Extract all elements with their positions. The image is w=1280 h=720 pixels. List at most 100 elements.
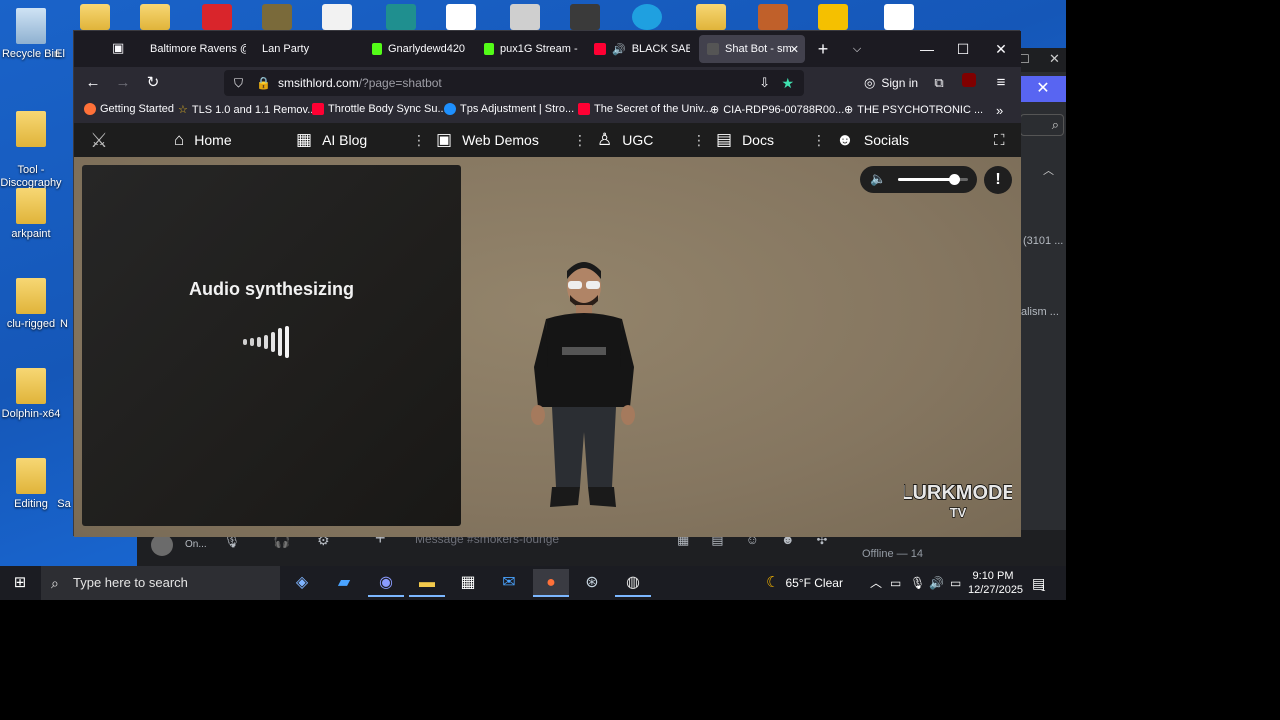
back-icon[interactable]: ← [80, 71, 106, 95]
m-icon[interactable] [386, 4, 416, 30]
lightsaber-logo-icon[interactable]: ⚔ [90, 123, 108, 157]
document-icon[interactable] [510, 4, 540, 30]
folder-icon[interactable] [80, 4, 110, 30]
pdf-icon[interactable] [202, 4, 232, 30]
atlas-icon[interactable] [262, 4, 292, 30]
screen: Recycle Bin Tool - Discography arkpaint … [0, 0, 1280, 720]
file-explorer-icon[interactable]: ▬ [409, 569, 445, 597]
tab-list-icon[interactable]: ▣ [112, 40, 124, 56]
forward-icon[interactable]: → [110, 71, 136, 95]
folder-icon[interactable] [140, 4, 170, 30]
bookmarks-overflow-icon[interactable]: » [996, 103, 1003, 118]
tab-pux1g-stream[interactable]: pux1G Stream - V [476, 35, 580, 63]
menu-icon[interactable]: ≡ [988, 71, 1014, 95]
extensions-icon[interactable]: ⧉ [926, 71, 952, 95]
firefox-icon[interactable]: ● [533, 569, 569, 597]
maximize-icon[interactable]: ☐ [944, 37, 982, 61]
avatar-scene[interactable]: Audio synthesizing 🔈 ! LURKMODE TV [74, 157, 1021, 537]
mail-icon[interactable]: ✉ [491, 569, 527, 597]
chevron-up-icon[interactable]: ︿ [870, 566, 882, 600]
tab-black-sabbath[interactable]: 🔊 BLACK SABB [586, 35, 690, 63]
nav-ai-blog[interactable]: ▦ AI Blog [296, 123, 367, 157]
notifications-icon[interactable]: ▤ 1 [1032, 566, 1045, 600]
desktop-icon-dolphin[interactable]: Dolphin-x64 [0, 368, 62, 420]
bookmark-tls[interactable]: ☆ TLS 1.0 and 1.1 Remov... [178, 103, 317, 117]
info-alert-icon[interactable]: ! [984, 166, 1012, 194]
sign-in-button[interactable]: ◎ Sign in [864, 71, 918, 95]
volume-knob[interactable] [949, 174, 960, 185]
lock-icon[interactable]: 🔒 [256, 70, 271, 96]
fullscreen-icon[interactable]: ⛶ [994, 123, 1005, 157]
chevron-up-icon[interactable]: ︿ [1043, 162, 1054, 178]
ublock-icon[interactable] [956, 71, 982, 95]
download-icon[interactable]: ⇩ [759, 70, 770, 96]
logo-subtext: TV [950, 505, 967, 520]
nav-socials[interactable]: ⋮ ☻ Socials [812, 123, 909, 157]
bookmark-getting-started[interactable]: Getting Started [84, 103, 174, 115]
nav-ugc[interactable]: ⋮ ♙ UGC [573, 123, 653, 157]
clock-date: 12/27/2025 [968, 584, 1024, 596]
bookmark-star-icon[interactable]: ★ [781, 70, 794, 96]
volume-slider[interactable] [898, 174, 968, 185]
speaker-icon[interactable]: 🔊 [612, 43, 626, 56]
new-tab-icon[interactable]: + [804, 37, 842, 61]
store-icon[interactable]: ▦ [450, 569, 486, 597]
bookmark-secret-universe[interactable]: The Secret of the Univ... [578, 103, 712, 115]
nx-icon[interactable] [570, 4, 600, 30]
file-icon[interactable] [884, 4, 914, 30]
windows-start-icon[interactable]: ⊞ [2, 569, 38, 597]
url-bar[interactable]: ⛉ 🔒 smsithlord.com/?page=shatbot ⇩ ★ [224, 70, 804, 96]
avatar[interactable] [151, 534, 173, 556]
app-icon[interactable]: ▰ [326, 569, 362, 597]
tab-lan-party[interactable]: Lan Party [254, 35, 358, 63]
tab-baltimore-ravens[interactable]: Baltimore Ravens @ [142, 35, 246, 63]
tray-app-icon[interactable]: ▭ [890, 566, 901, 600]
bookmark-label: TLS 1.0 and 1.1 Remov... [191, 103, 317, 116]
minimize-icon[interactable]: — [908, 37, 946, 61]
nav-home[interactable]: ⌂ Home [174, 123, 232, 157]
shield-icon[interactable]: ⛉ [234, 70, 243, 96]
folder-icon[interactable] [696, 4, 726, 30]
bookmark-psychotronic[interactable]: ⊕ THE PSYCHOTRONIC ... [844, 103, 983, 117]
rockstar-icon[interactable] [818, 4, 848, 30]
volume-control[interactable]: 🔈 [860, 166, 977, 193]
close-icon[interactable]: ✕ [1049, 51, 1060, 67]
volume-icon[interactable]: 🔊 [929, 566, 944, 600]
nav-label: Home [194, 132, 232, 148]
edge-icon[interactable] [632, 4, 662, 30]
desktop-icon-label: Tool - Discography [0, 164, 62, 189]
obs-icon[interactable]: ◍ [615, 569, 651, 597]
clock[interactable]: 9:10 PM 12/27/2025 [968, 566, 1024, 600]
dropdown-dots-icon: ⋮ [412, 131, 426, 148]
nav-web-demos[interactable]: ⋮ ▣ Web Demos [412, 123, 539, 157]
search-icon[interactable]: ⌕ [1020, 114, 1064, 136]
app-icon[interactable] [758, 4, 788, 30]
close-banner-icon[interactable]: ✕ [1020, 76, 1066, 102]
microphone-icon[interactable]: 🎙 [910, 566, 925, 600]
tab-gnarlydewd[interactable]: Gnarlydewd420 S [364, 35, 468, 63]
close-tab-icon[interactable]: ✕ [790, 43, 799, 56]
volume-icon[interactable]: 🔈 [870, 171, 886, 187]
close-icon[interactable]: ✕ [982, 37, 1020, 61]
bookmark-tps[interactable]: Tps Adjustment | Stro... [444, 103, 574, 115]
taskbar-search[interactable]: ⌕ Type here to search [41, 566, 280, 600]
bookmark-cia-rdp[interactable]: ⊕ CIA-RDP96-00788R00... [710, 103, 844, 117]
nav-docs[interactable]: ⋮ ▤ Docs [692, 123, 774, 157]
copilot-icon[interactable]: ◈ [284, 569, 320, 597]
network-icon[interactable]: ▭ [950, 566, 961, 600]
chevron-down-icon[interactable]: ⌵ [838, 37, 876, 61]
bookmark-throttle-body[interactable]: Throttle Body Sync Su... [312, 103, 447, 115]
steam-icon[interactable]: ⊛ [574, 569, 610, 597]
app-icon[interactable] [322, 4, 352, 30]
desktop-icon-arkpaint[interactable]: arkpaint [0, 188, 62, 240]
tab-shat-bot[interactable]: Shat Bot - sm ✕ [699, 35, 805, 63]
nav-label: Web Demos [462, 132, 539, 148]
weather-widget[interactable]: ☾ 65°F Clear [766, 566, 843, 600]
logo-text: LURKMODE [904, 482, 1012, 504]
chess-icon[interactable] [446, 4, 476, 30]
lurkmode-logo: LURKMODE TV [899, 475, 1016, 521]
calendar-icon: ▦ [296, 130, 313, 149]
desktop-icon-tool-discography[interactable]: Tool - Discography [0, 98, 62, 190]
discord-icon[interactable]: ◉ [368, 569, 404, 597]
reload-icon[interactable]: ↻ [140, 71, 166, 95]
